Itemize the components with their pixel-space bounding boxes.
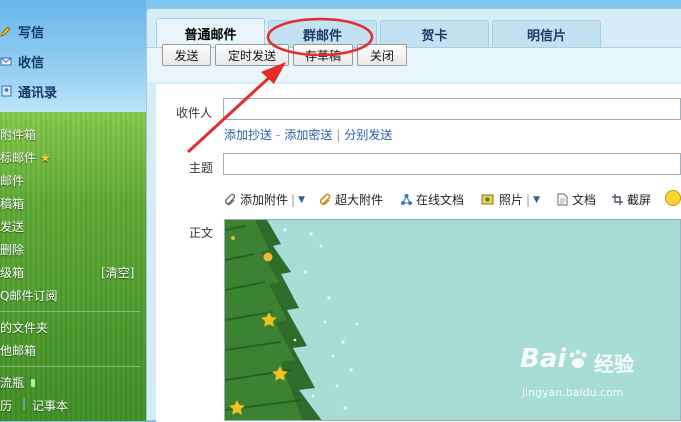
annotation-circle [266, 17, 374, 57]
annotation-arrow-line [186, 73, 274, 154]
annotation-overlay [186, 17, 374, 154]
